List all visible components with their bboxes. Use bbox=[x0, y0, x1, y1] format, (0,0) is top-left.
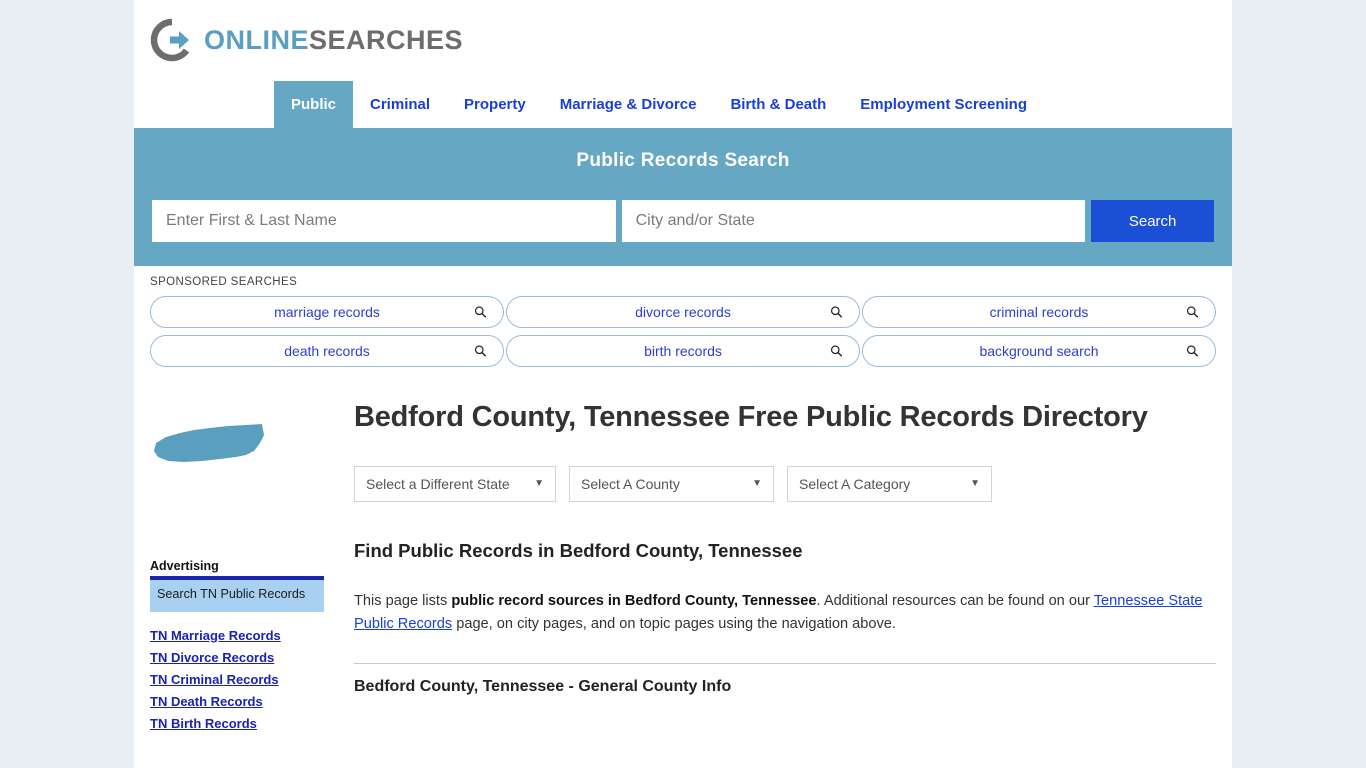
search-icon bbox=[474, 306, 487, 319]
tennessee-state-map-icon bbox=[150, 421, 270, 471]
sponsored-pill-death-records[interactable]: death records bbox=[150, 335, 504, 367]
search-icon bbox=[1186, 306, 1199, 319]
sidebar-link-tn-criminal-records[interactable]: TN Criminal Records bbox=[150, 672, 324, 687]
paragraph-part-2: . Additional resources can be found on o… bbox=[816, 592, 1094, 609]
main-navigation: Public Criminal Property Marriage & Divo… bbox=[134, 81, 1232, 128]
sponsored-pill-criminal-records[interactable]: criminal records bbox=[862, 296, 1216, 328]
sponsored-pill-divorce-records[interactable]: divorce records bbox=[506, 296, 860, 328]
nav-item-employment-screening[interactable]: Employment Screening bbox=[843, 81, 1044, 128]
pill-label: criminal records bbox=[989, 304, 1089, 320]
advertising-label: Advertising bbox=[150, 559, 219, 573]
sidebar-link-tn-divorce-records[interactable]: TN Divorce Records bbox=[150, 650, 324, 665]
chevron-down-icon: ▼ bbox=[752, 478, 762, 490]
public-records-search-panel: Public Records Search Search bbox=[134, 128, 1232, 266]
pill-label: divorce records bbox=[635, 304, 731, 320]
advertising-block: Advertising Search TN Public Records TN … bbox=[150, 559, 324, 731]
sidebar-link-tn-birth-records[interactable]: TN Birth Records bbox=[150, 716, 324, 731]
circle-arrow-logo-icon bbox=[150, 18, 194, 62]
nav-item-criminal[interactable]: Criminal bbox=[353, 81, 447, 128]
search-icon bbox=[474, 345, 487, 358]
sidebar-link-tn-death-records[interactable]: TN Death Records bbox=[150, 694, 324, 709]
name-search-input[interactable] bbox=[152, 200, 616, 242]
sidebar-link-tn-marriage-records[interactable]: TN Marriage Records bbox=[150, 628, 324, 643]
pill-label: marriage records bbox=[274, 304, 380, 320]
paragraph-part-3: page, on city pages, and on topic pages … bbox=[452, 616, 896, 633]
nav-item-property[interactable]: Property bbox=[447, 81, 543, 128]
paragraph-bold-phrase: public record sources in Bedford County,… bbox=[451, 592, 817, 609]
sponsored-searches-section: SPONSORED SEARCHES marriage records divo… bbox=[134, 266, 1232, 373]
section-divider bbox=[354, 662, 1216, 664]
search-icon bbox=[1186, 345, 1199, 358]
site-logo[interactable]: ONLINESEARCHES bbox=[150, 18, 1232, 62]
search-form: Search bbox=[152, 200, 1215, 242]
sponsored-pill-background-search[interactable]: background search bbox=[862, 335, 1216, 367]
pill-label: background search bbox=[979, 343, 1099, 359]
sponsored-pill-birth-records[interactable]: birth records bbox=[506, 335, 860, 367]
category-select[interactable]: Select A Category ▼ bbox=[787, 465, 992, 502]
logo-word-searches: SEARCHES bbox=[309, 24, 464, 55]
state-select[interactable]: Select a Different State ▼ bbox=[354, 465, 556, 502]
paragraph-part-1: This page lists bbox=[354, 592, 452, 609]
main-column: Bedford County, Tennessee Free Public Re… bbox=[324, 399, 1216, 731]
location-search-input[interactable] bbox=[621, 200, 1086, 242]
state-select-label: Select a Different State bbox=[366, 475, 510, 492]
page-title: Bedford County, Tennessee Free Public Re… bbox=[354, 401, 1148, 433]
nav-item-birth-death[interactable]: Birth & Death bbox=[713, 81, 843, 128]
search-icon bbox=[830, 306, 843, 319]
logo-word-online: ONLINE bbox=[204, 24, 310, 55]
sponsored-searches-label: SPONSORED SEARCHES bbox=[150, 276, 298, 288]
chevron-down-icon: ▼ bbox=[534, 478, 544, 490]
logo-wordmark: ONLINESEARCHES bbox=[204, 25, 463, 56]
chevron-down-icon: ▼ bbox=[970, 478, 980, 490]
pill-label: birth records bbox=[644, 343, 722, 359]
section-subheading: Find Public Records in Bedford County, T… bbox=[354, 539, 803, 561]
left-sidebar: Advertising Search TN Public Records TN … bbox=[150, 399, 324, 731]
general-county-info-heading: Bedford County, Tennessee - General Coun… bbox=[354, 677, 732, 695]
sponsored-pill-marriage-records[interactable]: marriage records bbox=[150, 296, 504, 328]
sidebar-links-list: TN Marriage Records TN Divorce Records T… bbox=[150, 628, 324, 731]
nav-item-public[interactable]: Public bbox=[274, 81, 354, 128]
intro-paragraph: This page lists public record sources in… bbox=[354, 590, 1216, 637]
county-select[interactable]: Select A County ▼ bbox=[569, 465, 774, 502]
page-container: ONLINESEARCHES Public Criminal Property … bbox=[134, 0, 1232, 768]
search-submit-button[interactable]: Search bbox=[1091, 200, 1215, 242]
ad-text: Search TN Public Records bbox=[157, 587, 306, 601]
filter-selectors: Select a Different State ▼ Select A Coun… bbox=[354, 465, 1216, 502]
county-select-label: Select A County bbox=[581, 475, 680, 492]
category-select-label: Select A Category bbox=[799, 475, 911, 492]
content-area: Advertising Search TN Public Records TN … bbox=[134, 373, 1232, 731]
ad-unit[interactable]: Search TN Public Records bbox=[150, 576, 324, 612]
logo-bar: ONLINESEARCHES bbox=[134, 0, 1232, 81]
search-panel-title: Public Records Search bbox=[576, 150, 790, 171]
pill-label: death records bbox=[284, 343, 370, 359]
sponsored-pill-grid: marriage records divorce records crimina… bbox=[150, 296, 1216, 367]
nav-item-marriage-divorce[interactable]: Marriage & Divorce bbox=[543, 81, 714, 128]
search-icon bbox=[830, 345, 843, 358]
